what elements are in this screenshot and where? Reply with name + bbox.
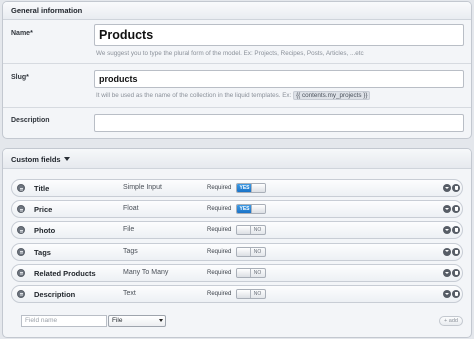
name-label: Name* bbox=[11, 30, 33, 37]
toggle-yes-label: YES bbox=[237, 205, 252, 214]
expand-field-icon[interactable] bbox=[443, 268, 451, 277]
toggle-no-label: NO bbox=[253, 248, 262, 255]
toggle-knob bbox=[237, 289, 251, 298]
custom-field-row: Description Text Required NO bbox=[11, 284, 463, 303]
field-required-label: Required bbox=[207, 269, 232, 276]
custom-field-row: Photo File Required NO bbox=[11, 221, 463, 240]
delete-field-icon[interactable] bbox=[452, 289, 460, 298]
delete-field-icon[interactable] bbox=[452, 247, 460, 256]
custom-field-row: Price Float Required YES bbox=[11, 200, 463, 219]
field-type: Float bbox=[123, 205, 139, 213]
general-information-header: General information bbox=[3, 2, 471, 20]
new-field-type-value: File bbox=[112, 317, 123, 324]
custom-field-list: Title Simple Input Required YES Price Float Re… bbox=[11, 179, 463, 306]
delete-field-icon[interactable] bbox=[452, 205, 460, 214]
custom-fields-panel: Custom fields Title Simple Input Required Y… bbox=[2, 148, 472, 338]
add-field-button[interactable]: + add bbox=[439, 316, 463, 326]
toggle-knob bbox=[251, 184, 265, 192]
required-toggle[interactable]: NO bbox=[236, 225, 266, 236]
field-name: Title bbox=[34, 184, 50, 193]
field-type: Many To Many bbox=[123, 268, 169, 276]
custom-field-row: Title Simple Input Required YES bbox=[11, 179, 463, 197]
toggle-no-label: NO bbox=[253, 290, 262, 297]
drag-handle-icon[interactable] bbox=[17, 226, 25, 235]
field-required-label: Required bbox=[207, 248, 232, 255]
drag-handle-icon[interactable] bbox=[17, 205, 25, 214]
new-field-row: Field name File + add bbox=[13, 315, 463, 329]
slug-hint-code: {{ contents.my_projects }} bbox=[293, 91, 371, 100]
field-name: Photo bbox=[34, 226, 56, 236]
field-name: Tags bbox=[34, 247, 51, 257]
delete-field-icon[interactable] bbox=[452, 184, 460, 192]
toggle-knob bbox=[237, 268, 251, 277]
required-toggle[interactable]: YES bbox=[236, 183, 266, 193]
caret-down-icon bbox=[63, 157, 70, 161]
select-arrow-icon bbox=[159, 319, 163, 322]
field-type: Tags bbox=[123, 247, 138, 255]
slug-label: Slug* bbox=[11, 74, 29, 81]
required-toggle[interactable]: NO bbox=[236, 288, 266, 299]
slug-hint-text: It will be used as the name of the colle… bbox=[96, 92, 292, 99]
required-toggle[interactable]: NO bbox=[236, 267, 266, 278]
expand-field-icon[interactable] bbox=[443, 247, 451, 256]
name-hint: We suggest you to type the plural form o… bbox=[96, 50, 364, 57]
general-information-panel: General information Name* Products We su… bbox=[2, 1, 472, 139]
name-row: Name* Products We suggest you to type th… bbox=[3, 20, 471, 64]
required-toggle[interactable]: YES bbox=[236, 204, 266, 215]
toggle-knob bbox=[237, 247, 251, 256]
field-required-label: Required bbox=[207, 290, 232, 297]
field-name: Price bbox=[34, 205, 53, 215]
drag-handle-icon[interactable] bbox=[17, 289, 25, 298]
name-input[interactable]: Products bbox=[94, 24, 464, 46]
required-toggle[interactable]: NO bbox=[236, 246, 266, 257]
field-required-label: Required bbox=[207, 185, 232, 191]
toggle-no-label: NO bbox=[253, 269, 262, 276]
field-name: Description bbox=[34, 289, 76, 299]
delete-field-icon[interactable] bbox=[452, 226, 460, 235]
custom-field-row: Tags Tags Required NO bbox=[11, 242, 463, 261]
description-row: Description bbox=[3, 108, 471, 138]
custom-fields-title: Custom fields bbox=[11, 155, 61, 164]
field-type: Text bbox=[123, 289, 136, 297]
toggle-knob bbox=[237, 226, 251, 235]
expand-field-icon[interactable] bbox=[443, 184, 451, 192]
field-type: Simple Input bbox=[123, 184, 162, 191]
expand-field-icon[interactable] bbox=[443, 226, 451, 235]
expand-field-icon[interactable] bbox=[443, 205, 451, 214]
slug-input[interactable]: products bbox=[94, 70, 464, 88]
slug-hint: It will be used as the name of the colle… bbox=[96, 91, 371, 100]
field-type: File bbox=[123, 226, 135, 234]
drag-handle-icon[interactable] bbox=[17, 268, 25, 277]
toggle-no-label: NO bbox=[253, 227, 262, 234]
slug-row: Slug* products It will be used as the na… bbox=[3, 64, 471, 108]
custom-field-row: Related Products Many To Many Required NO bbox=[11, 263, 463, 282]
new-field-type-select[interactable]: File bbox=[108, 315, 166, 327]
field-required-label: Required bbox=[207, 206, 232, 213]
description-input[interactable] bbox=[94, 114, 464, 132]
drag-handle-icon[interactable] bbox=[17, 184, 25, 192]
drag-handle-icon[interactable] bbox=[17, 247, 25, 256]
delete-field-icon[interactable] bbox=[452, 268, 460, 277]
field-required-label: Required bbox=[207, 227, 232, 234]
expand-field-icon[interactable] bbox=[443, 289, 451, 298]
field-name: Related Products bbox=[34, 268, 96, 278]
description-label: Description bbox=[11, 117, 50, 124]
toggle-knob bbox=[251, 205, 265, 214]
custom-fields-header[interactable]: Custom fields bbox=[3, 149, 471, 169]
toggle-yes-label: YES bbox=[237, 184, 252, 192]
new-field-name-input[interactable]: Field name bbox=[21, 315, 107, 327]
